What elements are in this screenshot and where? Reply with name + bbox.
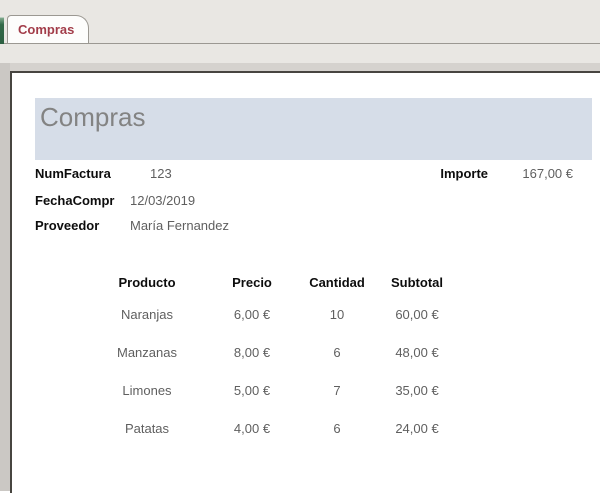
form-outer-margin-left — [0, 63, 10, 491]
col-header-precio: Precio — [232, 275, 272, 290]
subtotal-field[interactable]: 24,00 € — [372, 421, 462, 436]
cantidad-field[interactable]: 10 — [302, 307, 372, 322]
cantidad-field[interactable]: 7 — [302, 383, 372, 398]
cantidad-field[interactable]: 6 — [302, 345, 372, 360]
producto-field[interactable]: Limones — [92, 383, 202, 398]
item-row: Naranjas 6,00 € 10 60,00 € — [92, 295, 462, 333]
col-header-subtotal: Subtotal — [391, 275, 443, 290]
fechacompr-field[interactable]: 12/03/2019 — [130, 193, 195, 208]
access-document-window: Compras Compras NumFactura 123 Importe 1… — [0, 0, 600, 493]
precio-field[interactable]: 8,00 € — [202, 345, 302, 360]
tab-label: Compras — [18, 22, 75, 37]
item-row: Limones 5,00 € 7 35,00 € — [92, 371, 462, 409]
form-title: Compras — [40, 102, 146, 132]
subtotal-field[interactable]: 35,00 € — [372, 383, 462, 398]
form-header-band: Compras — [35, 98, 592, 160]
producto-field[interactable]: Patatas — [92, 421, 202, 436]
item-row: Manzanas 8,00 € 6 48,00 € — [92, 333, 462, 371]
importe-field[interactable]: 167,00 € — [508, 166, 573, 181]
item-row: Patatas 4,00 € 6 24,00 € — [92, 409, 462, 447]
proveedor-label: Proveedor — [35, 218, 100, 233]
importe-label: Importe — [440, 166, 488, 181]
numfactura-label: NumFactura — [35, 166, 111, 181]
numfactura-field[interactable]: 123 — [150, 166, 172, 181]
items-header-row: Producto Precio Cantidad Subtotal — [92, 273, 462, 292]
document-tab-compras[interactable]: Compras — [7, 15, 90, 43]
subtotal-field[interactable]: 60,00 € — [372, 307, 462, 322]
items-subform: Producto Precio Cantidad Subtotal Naranj… — [92, 273, 462, 447]
precio-field[interactable]: 5,00 € — [202, 383, 302, 398]
fechacompr-label: FechaCompr — [35, 193, 115, 208]
col-header-cantidad: Cantidad — [309, 275, 365, 290]
nav-pane-edge-icon — [0, 17, 4, 44]
producto-field[interactable]: Naranjas — [92, 307, 202, 322]
precio-field[interactable]: 4,00 € — [202, 421, 302, 436]
tabstrip-divider — [0, 43, 600, 44]
precio-field[interactable]: 6,00 € — [202, 307, 302, 322]
proveedor-field[interactable]: María Fernandez — [130, 218, 229, 233]
col-header-producto: Producto — [118, 275, 176, 290]
cantidad-field[interactable]: 6 — [302, 421, 372, 436]
producto-field[interactable]: Manzanas — [92, 345, 202, 360]
form-compras: Compras NumFactura 123 Importe 167,00 € … — [10, 71, 600, 493]
form-outer-margin-top — [0, 63, 600, 71]
tab-bar: Compras — [0, 0, 600, 63]
subtotal-field[interactable]: 48,00 € — [372, 345, 462, 360]
